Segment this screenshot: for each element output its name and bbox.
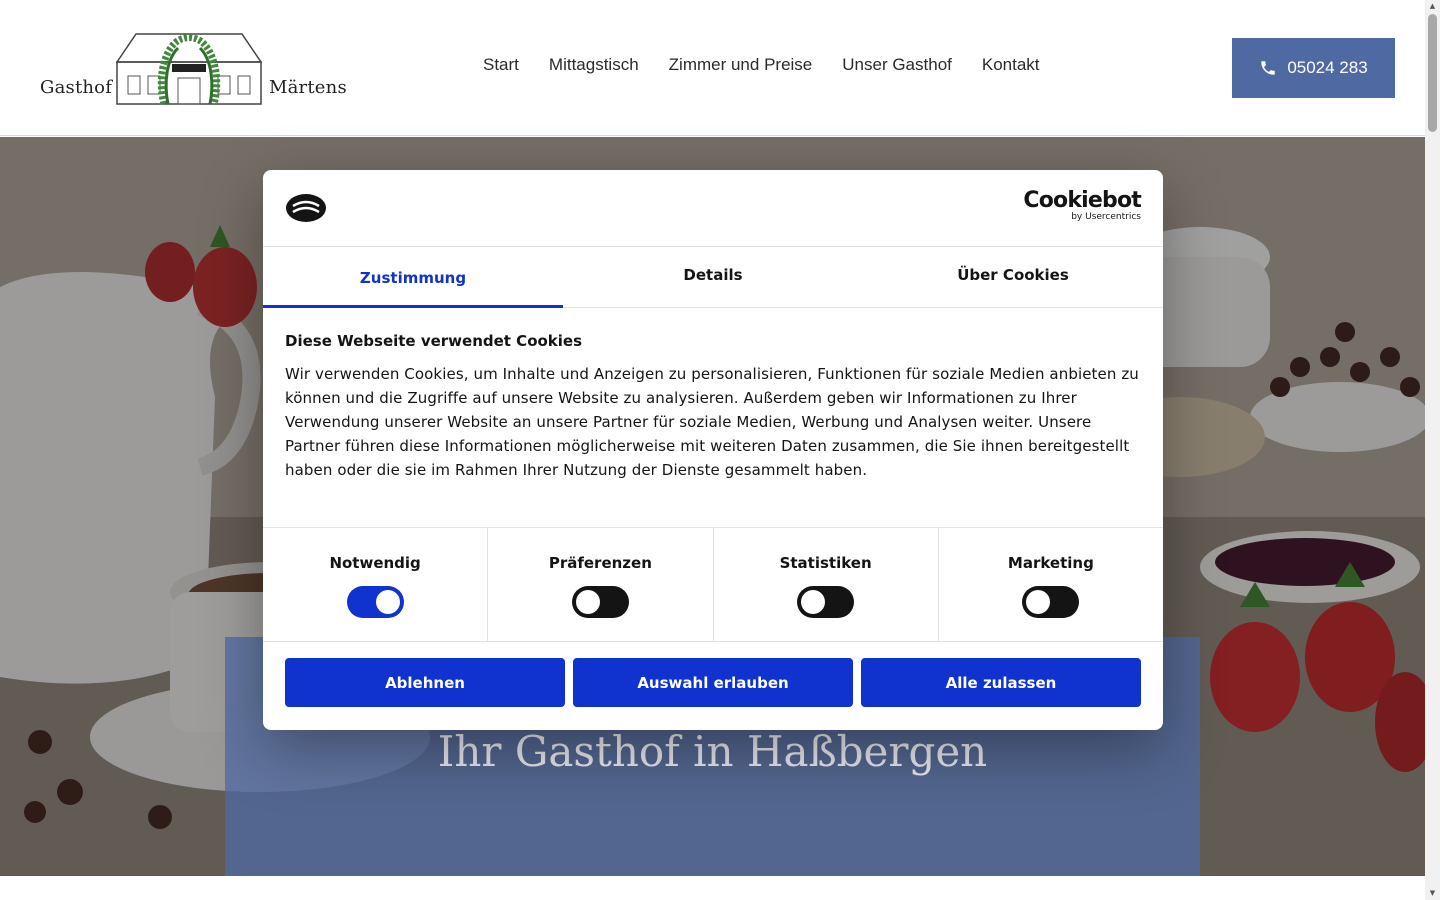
tab-ueber-cookies[interactable]: Über Cookies (863, 247, 1163, 307)
toggle-group-statistiken: Statistiken (714, 528, 939, 641)
cookiebot-wordmark: Cookiebot (1023, 188, 1141, 213)
phone-icon (1261, 61, 1276, 75)
toggle-label-statistiken: Statistiken (779, 554, 872, 572)
cookiebot-subtitle: by Usercentrics (1071, 212, 1141, 222)
toggle-knob (801, 590, 826, 614)
toggle-label-notwendig: Notwendig (329, 554, 421, 572)
dialog-tabs: Zustimmung Details Über Cookies (263, 247, 1163, 308)
dialog-body: Diese Webseite verwendet Cookies Wir ver… (263, 308, 1163, 528)
cookiebot-logo[interactable]: Cookiebot by Usercentrics (1023, 190, 1141, 223)
nav-item-start[interactable]: Start (483, 55, 519, 75)
toggle-knob (1026, 590, 1051, 614)
hero-title: Ihr Gasthof in Haßbergen (437, 727, 988, 776)
toggle-knob (375, 590, 400, 614)
site-header: Gasthof Märtens Start Mittagstisch Zimme… (0, 0, 1425, 136)
toggle-label-marketing: Marketing (1007, 554, 1094, 572)
scroll-down-arrow-icon[interactable]: ▼ (1428, 889, 1437, 898)
page-scrollbar[interactable]: ▲ ▼ (1425, 0, 1440, 900)
toggle-group-notwendig: Notwendig (263, 528, 489, 641)
dialog-body-text: Wir verwenden Cookies, um Inhalte und An… (285, 365, 1139, 479)
cookie-consent-dialog: Cookiebot by Usercentrics Zustimmung Det… (263, 170, 1163, 730)
decline-button[interactable]: Ablehnen (285, 658, 565, 707)
logo-text-left: Gasthof (40, 77, 113, 98)
consent-toggles: Notwendig Präferenzen Statistiken Market… (263, 528, 1163, 642)
toggle-group-marketing: Marketing (939, 528, 1163, 641)
toggle-statistiken[interactable] (797, 586, 855, 618)
dialog-buttons: Ablehnen Auswahl erlauben Alle zulassen (263, 642, 1163, 723)
logo-text-right: Märtens (269, 77, 347, 98)
toggle-praeferenzen[interactable] (571, 586, 629, 618)
dialog-header: Cookiebot by Usercentrics (263, 170, 1163, 247)
scrollbar-thumb[interactable] (1428, 14, 1437, 132)
toggle-label-praeferenzen: Präferenzen (548, 554, 652, 572)
nav-item-zimmer-und-preise[interactable]: Zimmer und Preise (669, 55, 813, 75)
nav-item-kontakt[interactable]: Kontakt (982, 55, 1040, 75)
toggle-notwendig[interactable] (346, 586, 404, 618)
main-nav: Start Mittagstisch Zimmer und Preise Uns… (483, 55, 1040, 75)
phone-number: 05024 283 (1287, 58, 1368, 77)
tab-zustimmung[interactable]: Zustimmung (263, 247, 563, 308)
toggle-knob (575, 590, 600, 614)
allow-all-button[interactable]: Alle zulassen (861, 658, 1141, 707)
site-logo[interactable]: Gasthof Märtens (38, 30, 347, 110)
site-brand-icon (286, 194, 326, 222)
nav-item-mittagstisch[interactable]: Mittagstisch (549, 55, 639, 75)
tab-details[interactable]: Details (563, 247, 863, 307)
toggle-group-praeferenzen: Präferenzen (488, 528, 714, 641)
dialog-body-title: Diese Webseite verwendet Cookies (285, 332, 583, 350)
phone-button[interactable]: 05024 283 (1232, 38, 1395, 98)
house-logo-icon (115, 33, 263, 105)
toggle-marketing[interactable] (1022, 586, 1080, 618)
allow-selection-button[interactable]: Auswahl erlauben (573, 658, 853, 707)
scroll-up-arrow-icon[interactable]: ▲ (1428, 2, 1437, 11)
nav-item-unser-gasthof[interactable]: Unser Gasthof (842, 55, 952, 75)
